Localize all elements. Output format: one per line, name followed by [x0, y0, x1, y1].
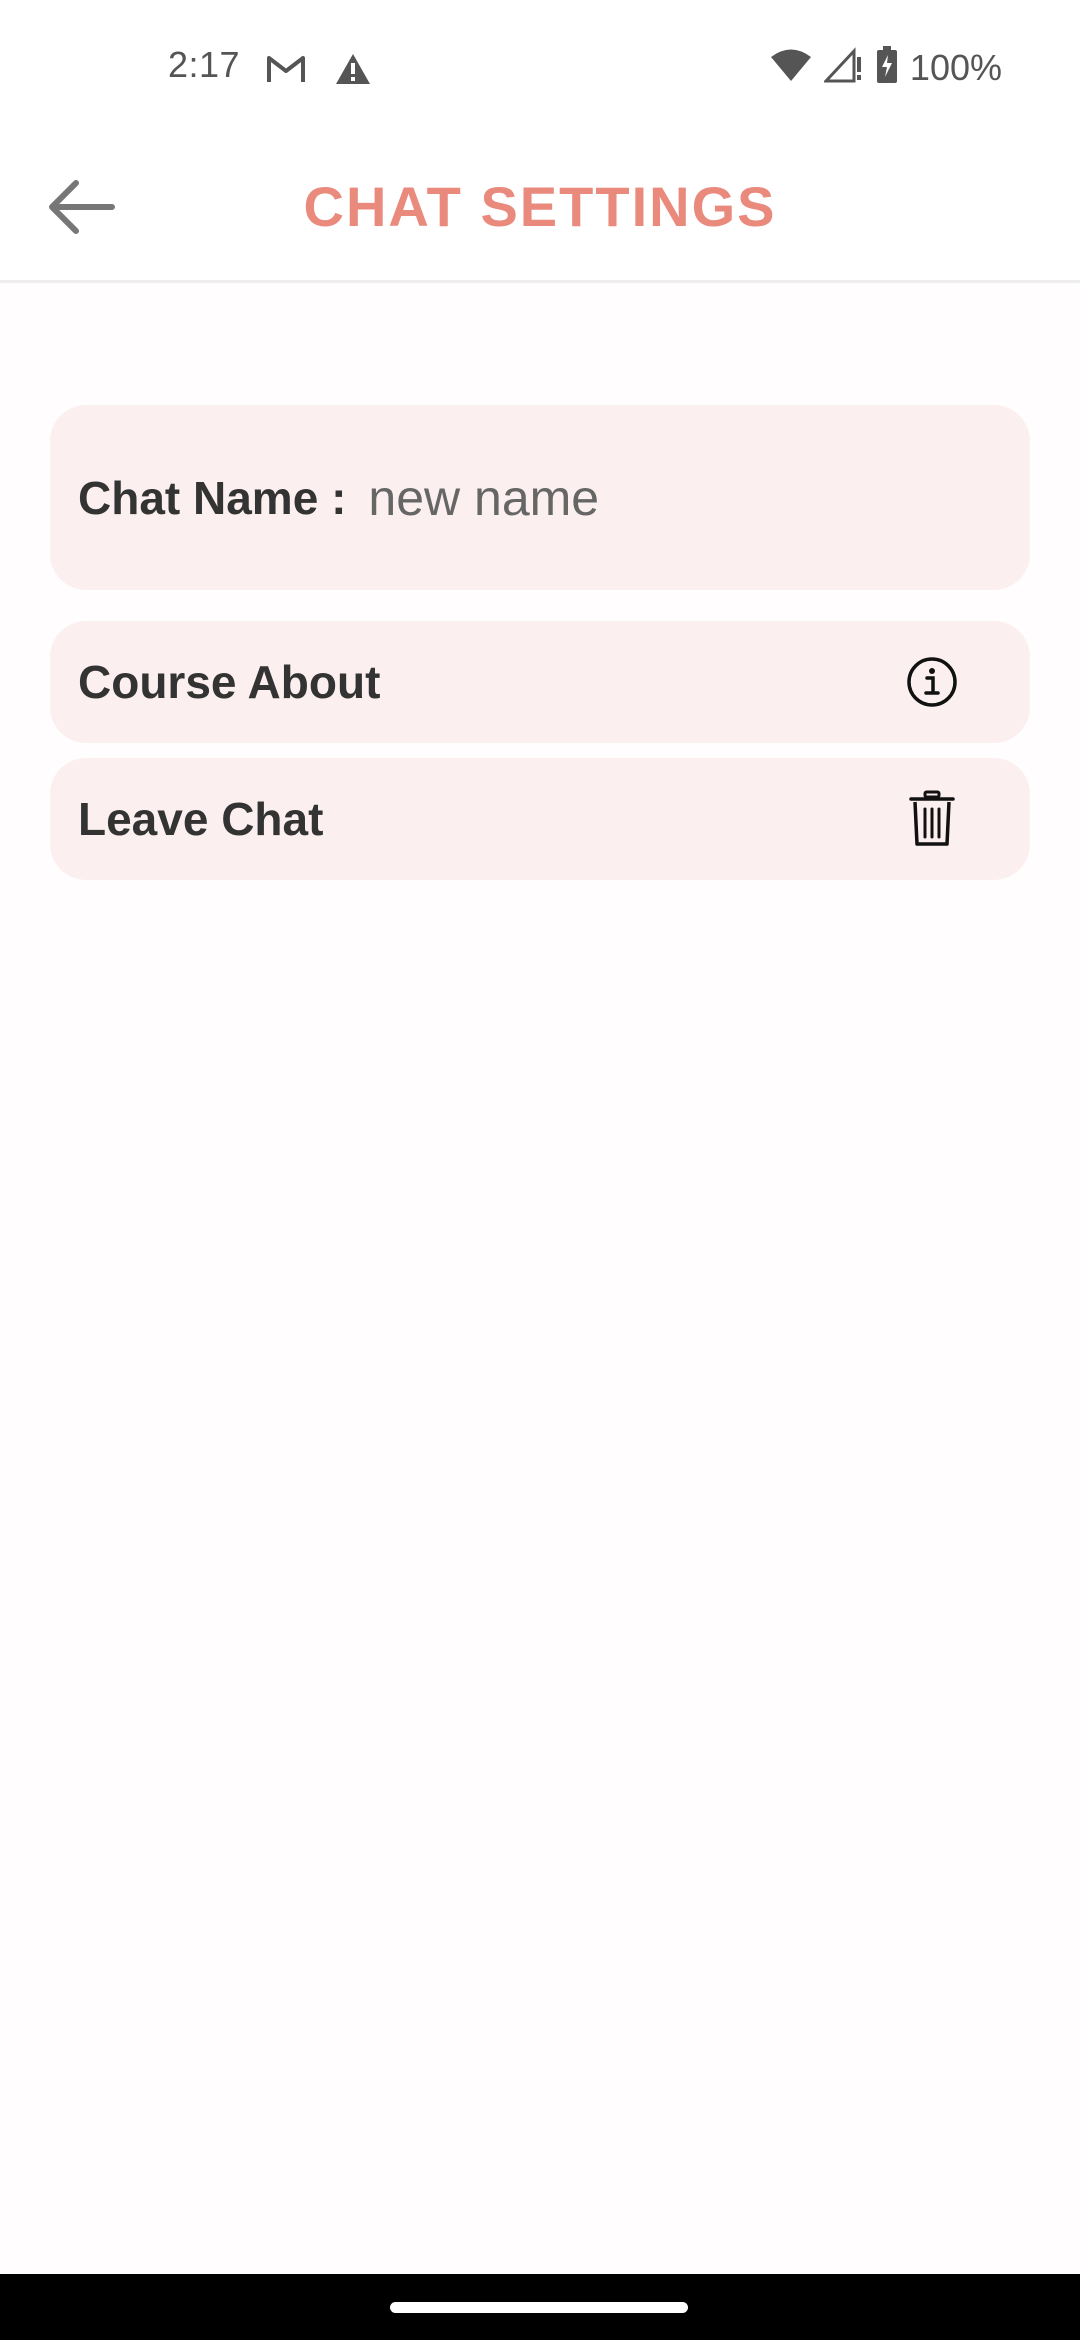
- notification-icons: [266, 52, 372, 91]
- gmail-icon: [266, 54, 306, 89]
- course-about-button[interactable]: Course About: [50, 621, 1030, 743]
- leave-chat-button[interactable]: Leave Chat: [50, 758, 1030, 880]
- chat-name-input[interactable]: [368, 468, 969, 527]
- trash-icon: [904, 789, 960, 849]
- system-icons: 100%: [770, 46, 1002, 89]
- battery-charging-icon: [876, 46, 898, 89]
- signal-icon: [822, 47, 864, 88]
- chat-name-card: Chat Name :: [50, 405, 1030, 590]
- chat-settings-screen: 2:17 100% CHAT SETTINGS Chat Name: new …: [0, 0, 1080, 2340]
- course-about-label: Course About: [78, 656, 381, 708]
- wifi-icon: [770, 48, 812, 87]
- warning-icon: [334, 52, 372, 91]
- page-title: CHAT SETTINGS: [303, 175, 777, 238]
- app-header: CHAT SETTINGS: [0, 140, 1080, 283]
- system-navigation-bar: [0, 2274, 1080, 2340]
- status-bar: 2:17 100%: [0, 0, 1080, 140]
- status-time: 2:17: [168, 44, 241, 85]
- home-indicator[interactable]: [390, 2302, 688, 2313]
- info-icon: [904, 652, 960, 712]
- chat-name-label: Chat Name :: [78, 471, 347, 524]
- leave-chat-label: Leave Chat: [78, 793, 324, 845]
- battery-percentage: 100%: [909, 46, 1002, 88]
